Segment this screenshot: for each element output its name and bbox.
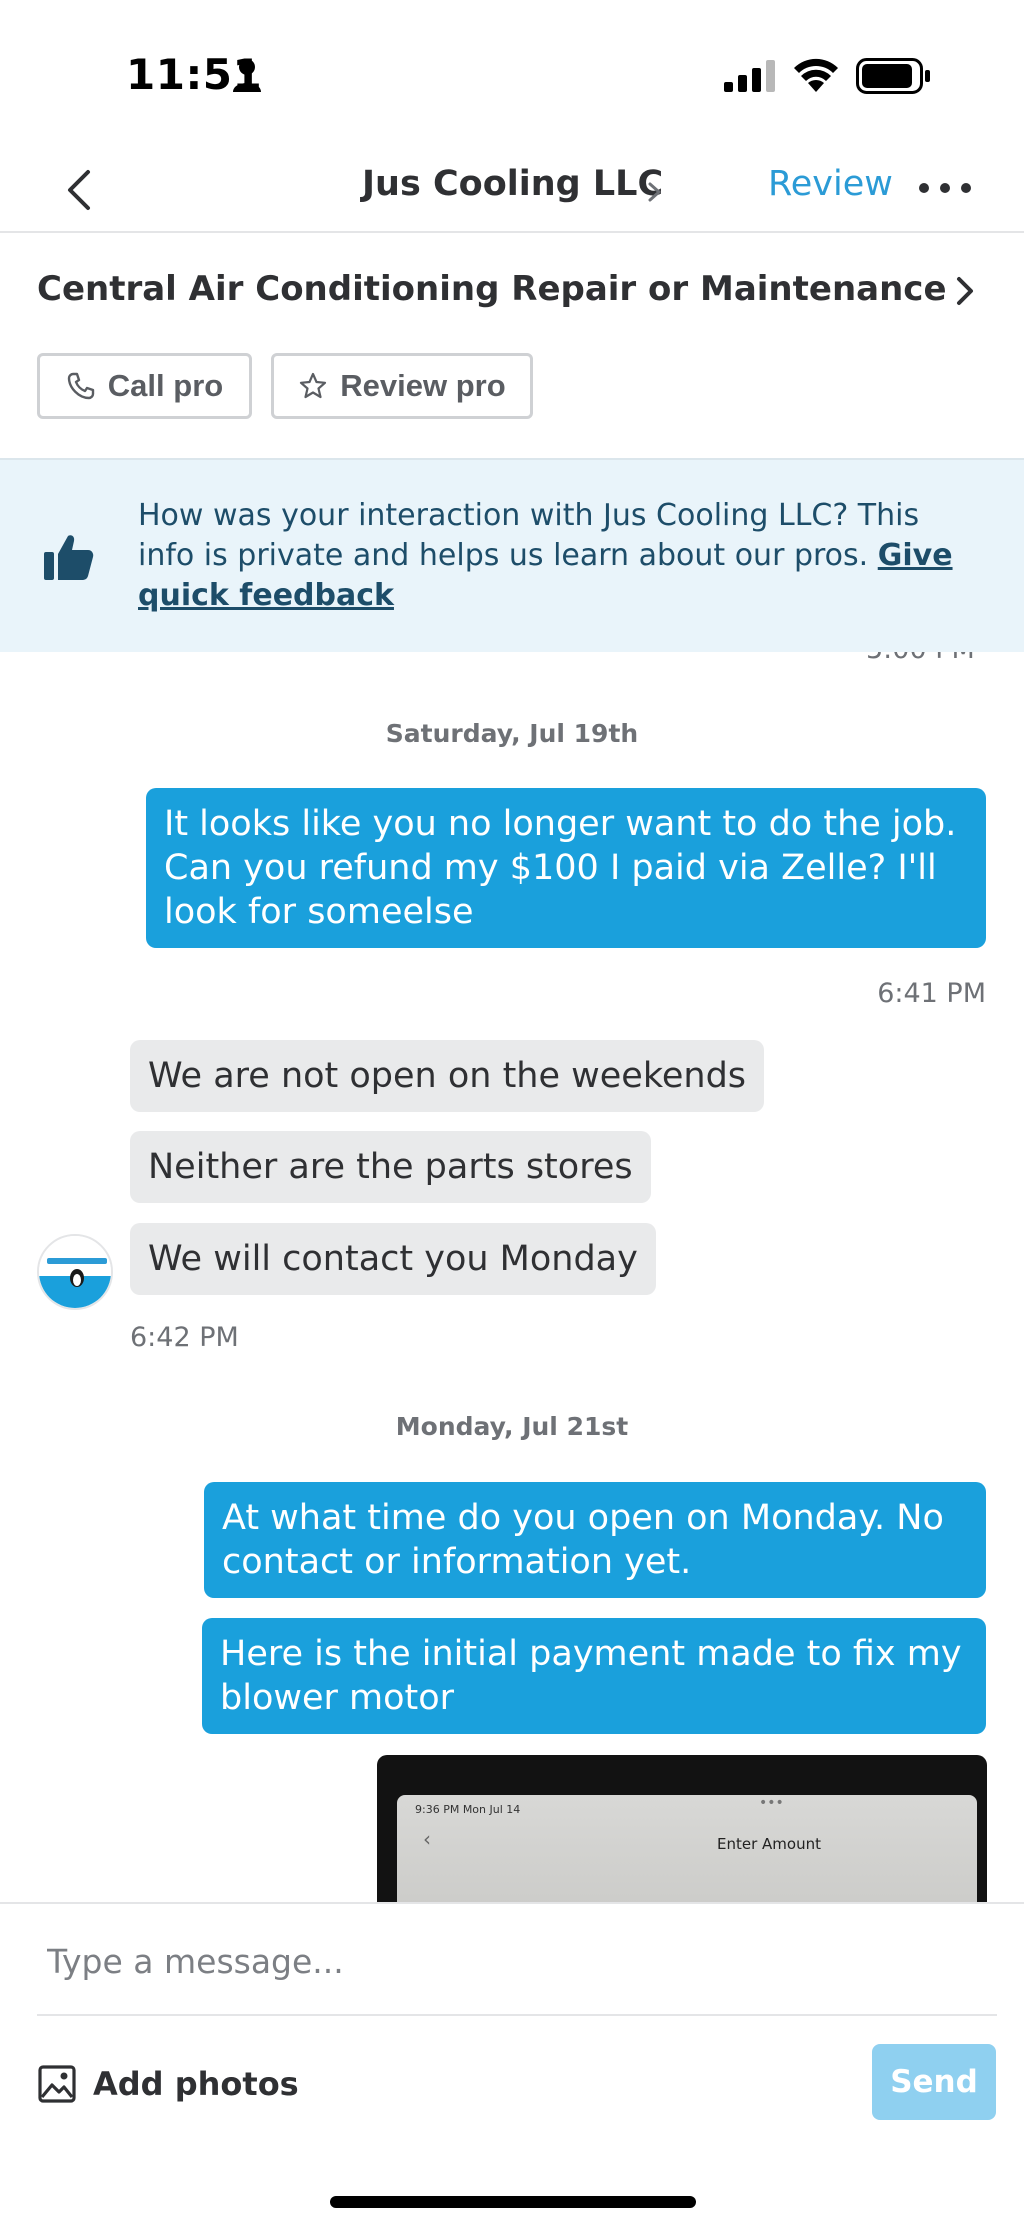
feedback-text: How was your interaction with Jus Coolin… bbox=[138, 498, 920, 573]
incoming-message[interactable]: We will contact you Monday bbox=[130, 1223, 656, 1295]
photo-content: 9:36 PM Mon Jul 14 ••• ‹ Enter Amount bbox=[397, 1795, 977, 1902]
feedback-banner: How was your interaction with Jus Coolin… bbox=[0, 458, 1024, 652]
outgoing-message[interactable]: It looks like you no longer want to do t… bbox=[146, 788, 986, 948]
thumbs-up-icon bbox=[44, 535, 94, 580]
status-bar: 11:51 bbox=[0, 0, 1024, 150]
photo-dots-icon: ••• bbox=[759, 1795, 784, 1811]
image-icon bbox=[38, 2065, 76, 2103]
chevron-right-icon[interactable] bbox=[950, 269, 980, 313]
review-link[interactable]: Review bbox=[768, 164, 893, 204]
chat-thread[interactable]: 5:00 PM Saturday, Jul 19th It looks like… bbox=[0, 652, 1024, 1902]
outgoing-message[interactable]: At what time do you open on Monday. No c… bbox=[204, 1482, 986, 1598]
date-separator: Saturday, Jul 19th bbox=[385, 719, 639, 748]
battery-icon bbox=[856, 58, 930, 94]
photo-attachment[interactable]: 9:36 PM Mon Jul 14 ••• ‹ Enter Amount bbox=[377, 1755, 987, 1902]
person-icon bbox=[233, 59, 261, 92]
home-indicator bbox=[330, 2196, 696, 2208]
review-pro-button[interactable]: Review pro bbox=[271, 353, 533, 419]
message-time: 5:00 PM bbox=[866, 652, 975, 665]
photo-title-text: Enter Amount bbox=[717, 1835, 821, 1853]
star-icon bbox=[300, 372, 327, 399]
chevron-right-icon[interactable] bbox=[644, 172, 666, 212]
back-icon[interactable] bbox=[60, 160, 100, 220]
message-input[interactable] bbox=[37, 1924, 997, 1998]
nav-header: Jus Cooling LLC Review bbox=[0, 150, 1024, 233]
incoming-message[interactable]: We are not open on the weekends bbox=[130, 1040, 765, 1112]
feedback-message: How was your interaction with Jus Coolin… bbox=[138, 496, 978, 616]
outgoing-message[interactable]: Here is the initial payment made to fix … bbox=[202, 1618, 986, 1734]
message-time: 6:42 PM bbox=[130, 1322, 239, 1353]
date-separator: Monday, Jul 21st bbox=[395, 1412, 629, 1441]
call-pro-button[interactable]: Call pro bbox=[37, 353, 252, 419]
wifi-icon bbox=[794, 58, 838, 92]
service-row: Central Air Conditioning Repair or Maint… bbox=[0, 233, 1024, 458]
more-icon[interactable] bbox=[918, 174, 972, 202]
add-photos-button[interactable]: Add photos bbox=[37, 2054, 299, 2114]
incoming-message[interactable]: Neither are the parts stores bbox=[130, 1131, 651, 1203]
photo-status-text: 9:36 PM Mon Jul 14 bbox=[415, 1803, 521, 1816]
photo-back-icon: ‹ bbox=[423, 1827, 431, 1851]
phone-icon bbox=[67, 372, 94, 400]
call-pro-label: Call pro bbox=[107, 368, 224, 403]
divider bbox=[37, 2014, 997, 2016]
message-time: 6:41 PM bbox=[877, 978, 986, 1009]
business-logo-icon bbox=[39, 1236, 111, 1308]
service-title[interactable]: Central Air Conditioning Repair or Maint… bbox=[37, 269, 947, 309]
business-title[interactable]: Jus Cooling LLC bbox=[362, 164, 663, 204]
review-pro-label: Review pro bbox=[340, 368, 506, 403]
message-composer: Add photos Send bbox=[0, 1902, 1024, 2225]
signal-icon bbox=[724, 60, 775, 92]
avatar[interactable] bbox=[37, 1234, 113, 1310]
send-button[interactable]: Send bbox=[872, 2044, 996, 2120]
add-photos-label: Add photos bbox=[93, 2065, 299, 2103]
